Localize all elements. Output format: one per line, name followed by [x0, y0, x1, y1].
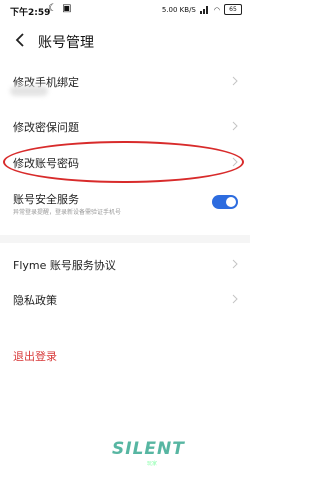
- network-speed: 5.00 KB/S: [161, 5, 196, 14]
- battery-icon: 65: [224, 4, 242, 15]
- account-security-toggle[interactable]: [212, 195, 238, 209]
- watermark-text: SILENT: [112, 439, 185, 459]
- chevron-right-icon: [232, 259, 238, 269]
- menu-item-label: Flyme 账号服务协议: [13, 259, 116, 272]
- status-right: 5.00 KB/S ◠ 65: [162, 4, 242, 15]
- menu-item-description: 异常登录提醒，登录新设备需验证手机号: [13, 209, 122, 216]
- header: 账号管理: [0, 24, 250, 60]
- wifi-icon: ◠: [213, 5, 220, 14]
- signal-icon: [199, 5, 210, 14]
- page-title: 账号管理: [38, 35, 94, 51]
- chevron-right-icon: [232, 121, 238, 131]
- status-time: 下午2:59: [10, 8, 51, 18]
- menu-item-label: 修改密保问题: [13, 121, 79, 134]
- logout-label: 退出登录: [13, 350, 57, 363]
- menu-item-privacy-policy[interactable]: 隐私政策: [0, 281, 250, 317]
- watermark-subtext: 玩家: [147, 461, 158, 467]
- blurred-phone-number: [10, 86, 48, 96]
- toggle-knob: [226, 197, 236, 207]
- chevron-right-icon: [232, 76, 238, 86]
- status-notification-icons: ☾ ▣: [48, 3, 73, 14]
- menu-item-label: 账号安全服务: [13, 193, 79, 206]
- status-bar: 下午2:59 ☾ ▣ 5.00 KB/S ◠ 65: [0, 0, 250, 22]
- chevron-left-icon[interactable]: [12, 32, 28, 48]
- menu-item-service-agreement[interactable]: Flyme 账号服务协议: [0, 246, 250, 282]
- menu-item-security-question[interactable]: 修改密保问题: [0, 108, 250, 144]
- section-divider: [0, 235, 250, 243]
- logout-button[interactable]: 退出登录: [0, 337, 250, 373]
- chevron-right-icon: [232, 294, 238, 304]
- watermark-logo: SILENT 玩家: [104, 431, 200, 481]
- menu-item-label: 隐私政策: [13, 294, 57, 307]
- menu-item-account-security: 账号安全服务 异常登录提醒，登录新设备需验证手机号: [0, 182, 250, 226]
- highlight-annotation: [3, 141, 244, 183]
- moon-icon: ☾: [48, 3, 58, 14]
- notification-icon: ▣: [62, 3, 73, 14]
